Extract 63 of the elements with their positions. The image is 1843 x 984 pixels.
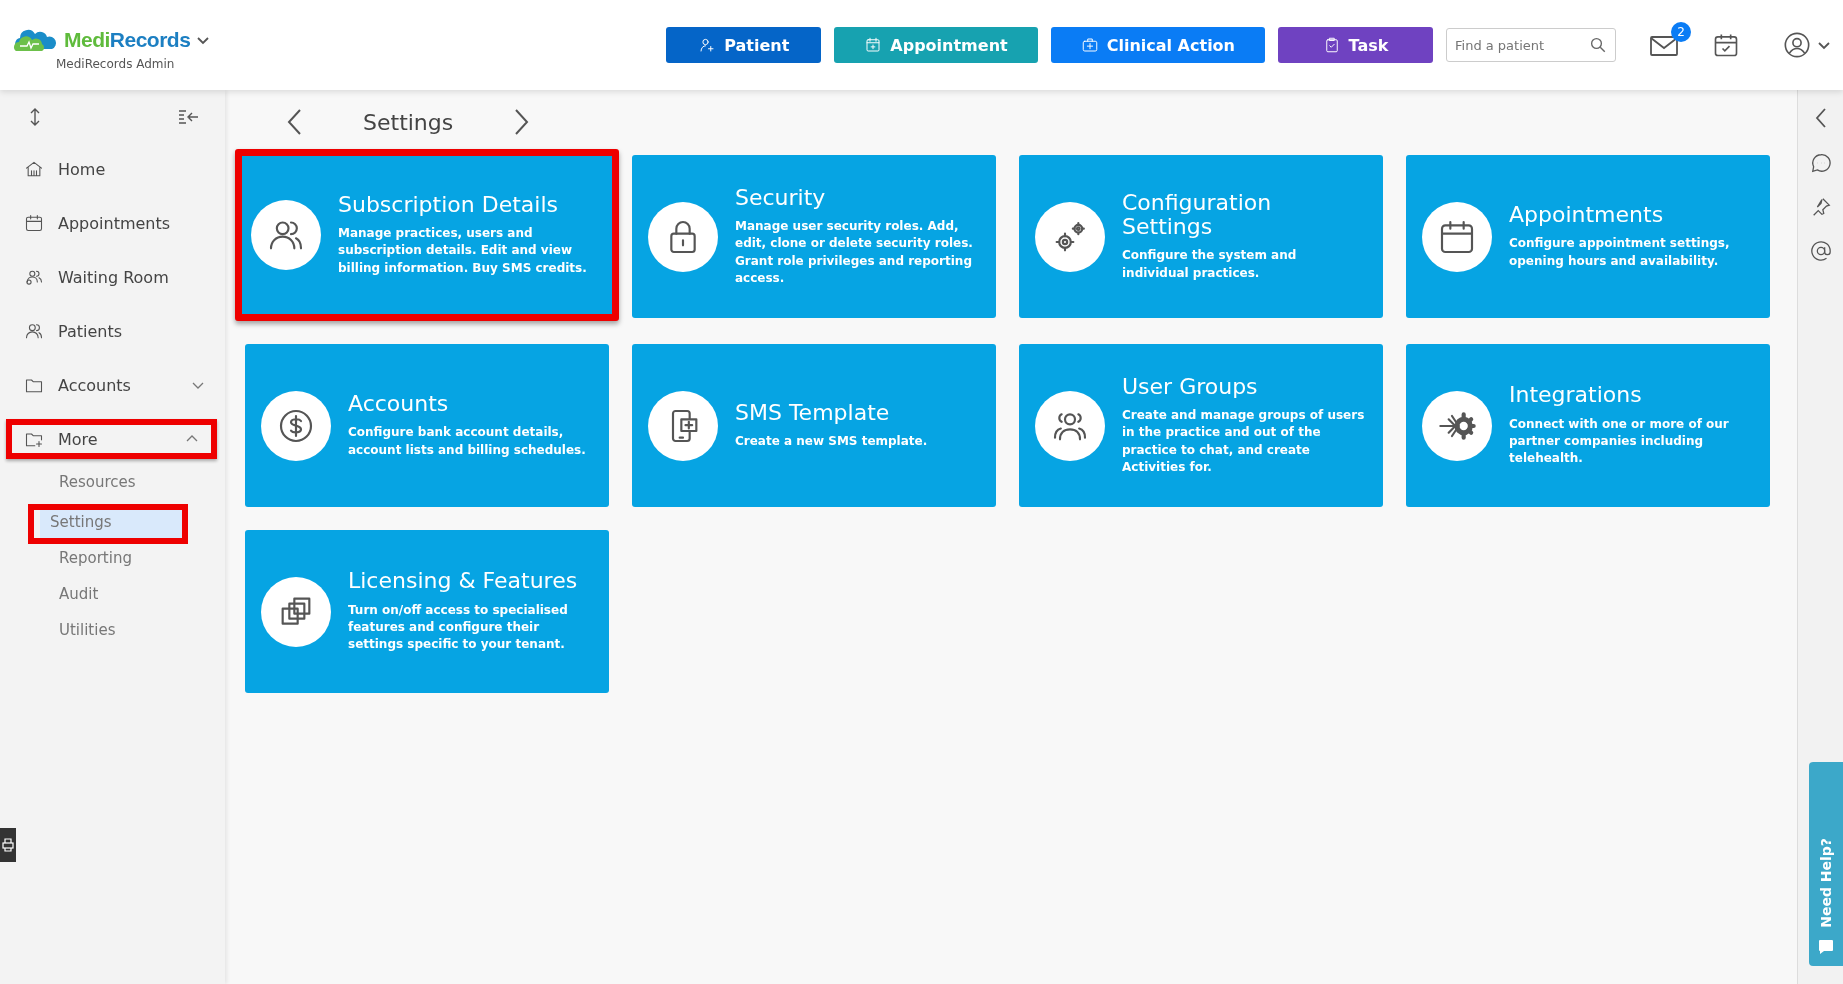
cloud-logo-icon — [12, 27, 58, 53]
search-field[interactable]: Find a patient — [1446, 28, 1616, 62]
card-description: Configure the system and individual practices. — [1122, 247, 1298, 282]
settings-card[interactable]: Security Manage user security roles. Add, edit, clone or delete security roles. Grant role privileges and reporting access. — [632, 155, 996, 318]
settings-card[interactable]: Accounts Configure bank account details, account lists and billing schedules. — [245, 344, 609, 507]
settings-card[interactable]: SMS Template Create a new SMS template. — [632, 344, 996, 507]
settings-card[interactable]: Integrations Connect with one or more of our partner companies including telehealth. — [1406, 344, 1770, 507]
quick-action-button[interactable]: Patient — [666, 27, 822, 63]
card-title: User Groups — [1122, 374, 1259, 399]
quick-action-button[interactable]: Appointment — [834, 27, 1038, 63]
settings-card[interactable]: Appointments Configure appointment settings, opening hours and availability. — [1406, 155, 1770, 318]
nav-subitem[interactable]: Utilities — [49, 618, 211, 646]
settings-card[interactable]: Licensing & Features Turn on/off access to specialised features and configure their settings specific to your tenant. — [245, 530, 609, 693]
printer-icon[interactable] — [2, 838, 14, 852]
nav-item[interactable]: Patients — [8, 311, 217, 351]
card-description: Configure bank account details, account lists and billing schedules. — [348, 424, 587, 459]
card-title: SMS Template — [735, 400, 891, 425]
settings-card[interactable]: Subscription Details Manage practices, users and subscription details. Edit and view billing information. Buy SMS credits. — [235, 149, 619, 321]
need-help-tab[interactable]: Need Help? — [1808, 762, 1843, 966]
nav-item[interactable]: Waiting Room — [8, 257, 217, 297]
at-sign-icon[interactable] — [1809, 240, 1832, 262]
side-tab[interactable] — [0, 828, 16, 862]
brand-subtitle: MediRecords Admin — [56, 57, 175, 71]
card-title: Appointments — [1509, 203, 1665, 228]
card-description: Connect with one or more of our partner companies including telehealth. — [1509, 415, 1730, 468]
card-description: Manage user security roles. Add, edit, clone or delete security roles. Grant role privileges and reporting access. — [735, 217, 974, 287]
card-title: Security — [735, 185, 827, 210]
user-avatar-icon[interactable] — [1783, 31, 1811, 59]
card-title: Configuration Settings — [1122, 190, 1273, 240]
notification-badge: 2 — [1671, 22, 1691, 42]
brand-name[interactable]: MediRecords — [64, 28, 191, 52]
quick-action-button[interactable]: Clinical Action — [1050, 27, 1265, 63]
nav-item[interactable]: Appointments — [8, 203, 217, 243]
page-title: Settings — [363, 109, 454, 135]
card-description: Configure appointment settings, opening hours and availability. — [1509, 235, 1731, 270]
card-title: Licensing & Features — [348, 569, 579, 594]
calendar-icon — [24, 213, 44, 233]
card-description: Create and manage groups of users in the practice and out of the practice to chat, and create Activities for. — [1122, 406, 1365, 476]
chat-icon[interactable] — [1809, 152, 1832, 174]
card-title: Subscription Details — [338, 192, 559, 217]
settings-card[interactable]: Configuration Settings Configure the system and individual practices. — [1019, 155, 1383, 318]
card-title: Accounts — [348, 392, 450, 417]
card-description: Manage practices, users and subscription details. Edit and view billing information. Buy SMS credits. — [338, 225, 588, 277]
nav-item[interactable]: Accounts — [8, 365, 217, 405]
nav-item[interactable]: More — [6, 419, 217, 459]
home-icon — [24, 159, 44, 179]
nav-subitem[interactable]: Audit — [49, 582, 211, 610]
speech-bubble-icon[interactable] — [1816, 938, 1835, 956]
appointment-icon — [864, 36, 883, 54]
settings-card[interactable]: User Groups Create and manage groups of users in the practice and out of the practice to chat, and create Activities for. — [1019, 344, 1383, 507]
card-title: Integrations — [1509, 383, 1643, 408]
users-icon — [24, 321, 44, 341]
nav-subitem[interactable]: Settings — [40, 510, 182, 538]
nav-item[interactable]: Home — [8, 149, 217, 189]
collapse-menu-icon[interactable] — [178, 109, 200, 125]
quick-action-button[interactable]: Task — [1278, 27, 1433, 63]
patient-icon — [698, 36, 717, 54]
card-description: Turn on/off access to specialised features and configure their settings specific to your tenant. — [348, 601, 569, 654]
search-icon[interactable] — [1589, 36, 1607, 54]
nav-subitem[interactable]: Reporting — [49, 546, 211, 574]
nav-subitem[interactable]: Resources — [49, 470, 211, 498]
card-description: Create a new SMS template. — [735, 432, 928, 450]
clinical-icon — [1080, 36, 1099, 54]
